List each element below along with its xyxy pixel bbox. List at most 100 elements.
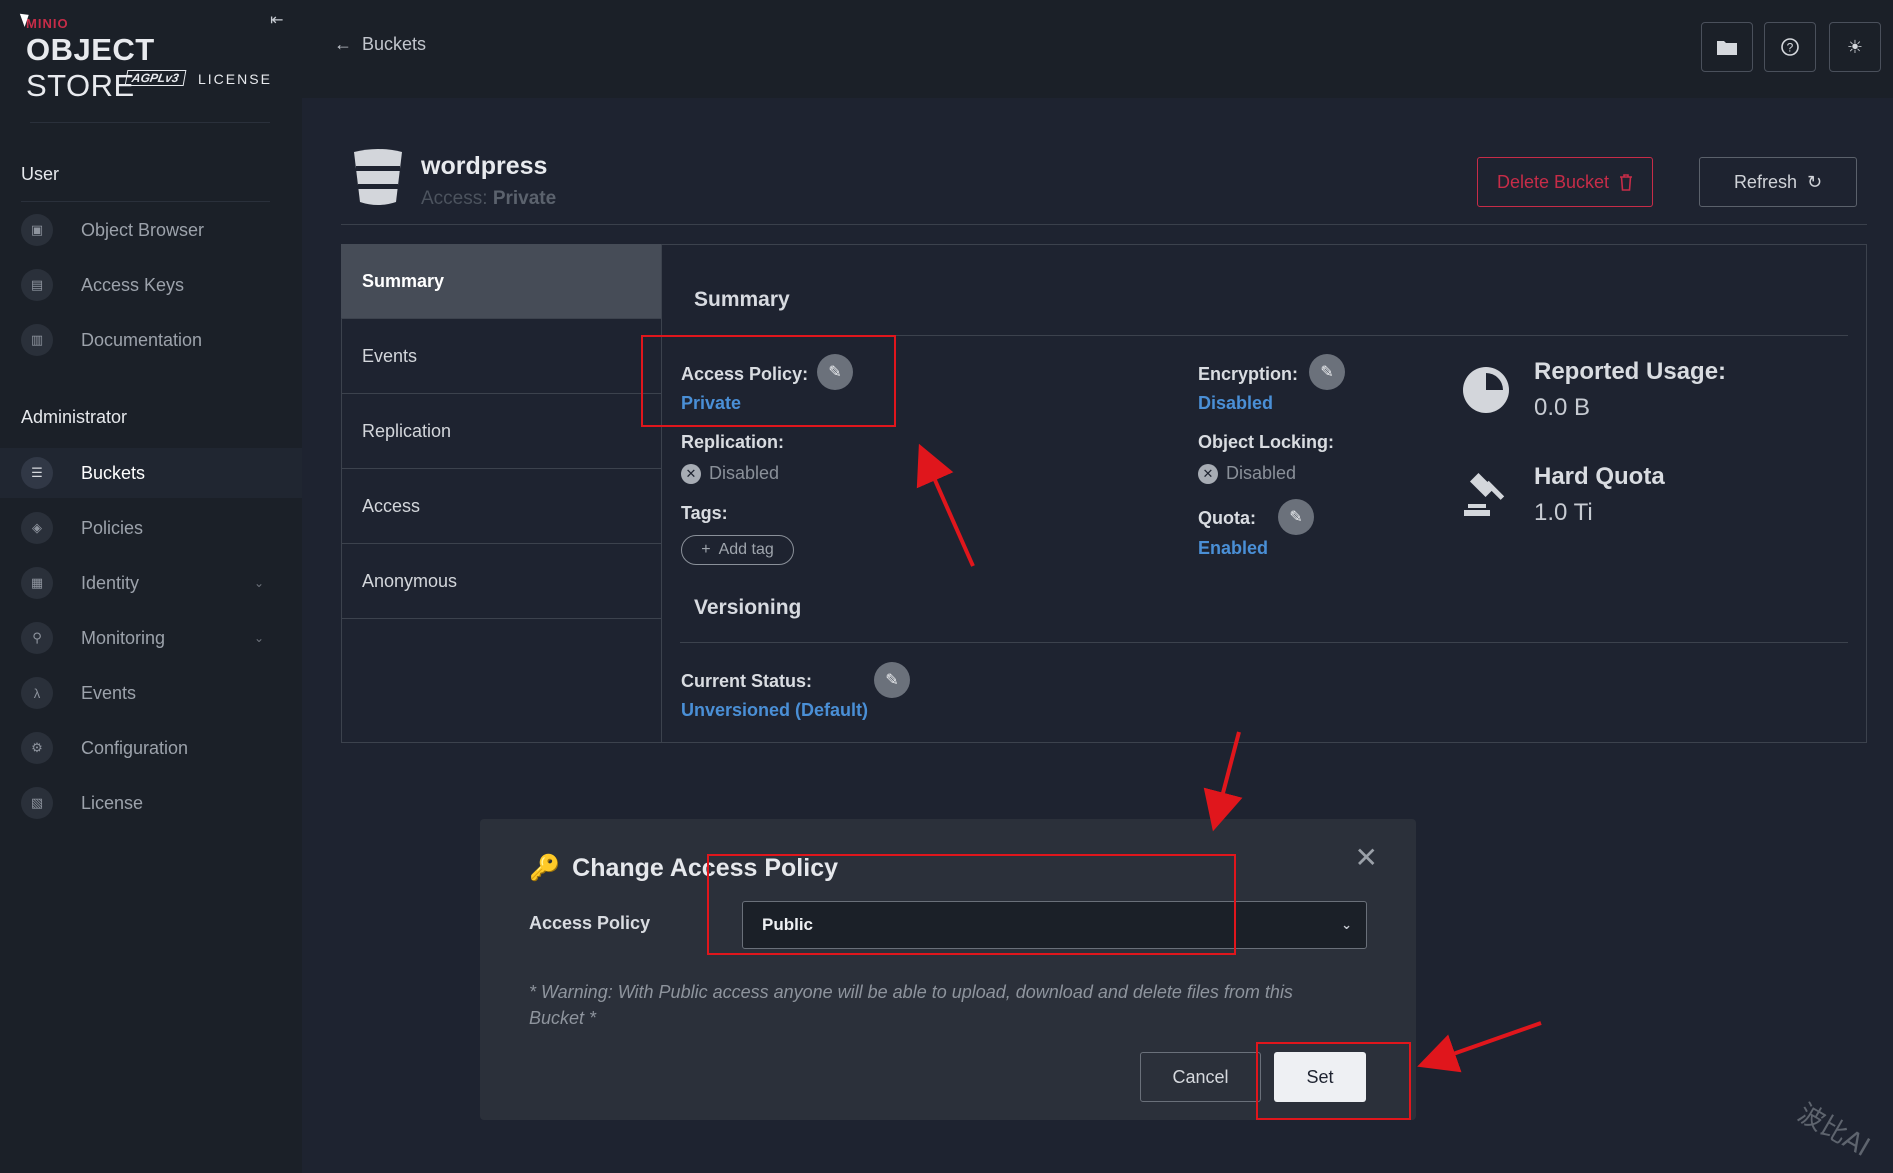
hard-quota-value: 1.0 Ti [1534,499,1593,526]
edit-quota-button[interactable]: ✎ [1278,499,1314,535]
sidebar-item-documentation[interactable]: ▥ Documentation [0,315,302,365]
sun-icon: ☀ [1846,36,1864,57]
edit-versioning-button[interactable]: ✎ [874,662,910,698]
encryption-label: Encryption: [1198,364,1299,384]
svg-text:?: ? [1787,41,1794,55]
documentation-icon: ▥ [21,324,53,356]
identity-icon: ▦ [21,567,53,599]
annotation-arrow [1417,1021,1542,1073]
minio-logo[interactable]: MINIO OBJECT STORE AGPLv3 LICENSE [26,14,270,103]
annotation-box-select [707,854,1236,955]
object-browser-icon: ▣ [21,214,53,246]
sidebar-item-label: Identity [81,572,140,593]
pie-chart-icon [1463,367,1509,413]
theme-toggle-button[interactable]: ☀ [1829,22,1881,72]
sidebar-item-events[interactable]: λ Events [0,668,302,718]
object-locking-value: ✕ Disabled [1198,463,1296,484]
sidebar-item-label: Access Keys [81,274,185,295]
back-to-buckets-link[interactable]: ← Buckets [334,34,426,55]
object-locking-label: Object Locking: [1198,432,1335,452]
disabled-icon: ✕ [681,463,701,484]
sidebar-item-policies[interactable]: ◈ Policies [0,503,302,553]
tab-events[interactable]: Events [341,319,661,394]
tab-access[interactable]: Access [341,469,661,544]
watermark: 波比AI [1792,1098,1875,1164]
gavel-icon [1464,472,1505,516]
sidebar-item-object-browser[interactable]: ▣ Object Browser [0,205,302,255]
sidebar-item-label: License [81,792,144,813]
section-title-administrator: Administrator [21,407,128,427]
license-icon: ▧ [21,787,53,819]
pencil-icon: ✎ [1289,509,1303,526]
plus-icon: + [701,541,711,558]
bucket-tabs: Summary Events Replication Access Anonym… [341,244,662,743]
help-icon: ? [1781,38,1799,56]
divider [341,224,1867,225]
sidebar-item-monitoring[interactable]: ⚲ Monitoring ⌄ [0,613,302,663]
lambda-icon: λ [21,677,53,709]
tab-summary[interactable]: Summary [341,244,661,319]
divider [30,122,270,123]
refresh-button[interactable]: Refresh ↻ [1699,157,1857,207]
gear-icon: ⚙ [21,732,53,764]
add-tag-button[interactable]: + Add tag [681,535,794,565]
bucket-icon [354,149,402,205]
sidebar-item-label: Object Browser [81,219,205,240]
versioning-title: Versioning [694,596,802,619]
quota-value: Enabled [1198,538,1269,558]
tab-replication[interactable]: Replication [341,394,661,469]
tab-anonymous[interactable]: Anonymous [341,544,661,619]
divider [680,642,1848,643]
encryption-value: Disabled [1198,393,1274,413]
sidebar-item-label: Configuration [81,737,189,758]
edit-encryption-button[interactable]: ✎ [1309,354,1345,390]
folder-button[interactable] [1701,22,1753,72]
current-status-label: Current Status: [681,671,813,691]
collapse-sidebar-icon[interactable]: ⇤ [270,10,290,30]
access-keys-icon: ▤ [21,269,53,301]
delete-bucket-button[interactable]: Delete Bucket [1477,157,1653,207]
logo-license: LICENSE [198,71,272,87]
refresh-icon: ↻ [1806,171,1823,192]
sidebar-item-label: Documentation [81,329,203,350]
close-icon[interactable]: ✕ [1355,841,1378,874]
arrow-left-icon: ← [334,34,352,54]
reported-usage-value: 0.0 B [1534,394,1591,421]
chevron-down-icon[interactable]: ⌄ [254,576,264,590]
logo-product: OBJECT STORE [26,32,155,103]
sidebar-item-configuration[interactable]: ⚙ Configuration [0,723,302,773]
access-policy-field-label: Access Policy [529,913,651,933]
search-icon: ⚲ [21,622,53,654]
shield-icon: ◈ [21,512,53,544]
replication-label: Replication: [681,432,785,452]
sidebar-item-label: Buckets [81,462,146,483]
bucket-name: wordpress [421,152,548,180]
pencil-icon: ✎ [885,672,899,689]
bucket-access-status: Access: Private [421,188,557,209]
pencil-icon: ✎ [1320,364,1334,381]
logo-brand: MINIO [26,16,69,31]
cancel-button[interactable]: Cancel [1140,1052,1261,1102]
divider [21,201,270,202]
disabled-icon: ✕ [1198,463,1218,484]
reported-usage-label: Reported Usage: [1534,358,1727,385]
sidebar-item-label: Policies [81,517,144,538]
sidebar-item-license[interactable]: ▧ License [0,778,302,828]
sidebar-item-label: Monitoring [81,627,166,648]
sidebar-item-label: Events [81,682,137,703]
sidebar: MINIO OBJECT STORE AGPLv3 LICENSE ⇤ User… [0,0,302,1173]
bucket-icon: ☰ [21,457,53,489]
annotation-box-access-policy [641,335,896,427]
sidebar-item-identity[interactable]: ▦ Identity ⌄ [0,558,302,608]
chevron-down-icon[interactable]: ⌄ [254,631,264,645]
sidebar-item-access-keys[interactable]: ▤ Access Keys [0,260,302,310]
trash-icon [1620,173,1633,191]
key-icon: 🔑 [529,854,561,882]
replication-value: ✕ Disabled [681,463,779,484]
quota-label: Quota: [1198,508,1256,528]
help-button[interactable]: ? [1764,22,1816,72]
sidebar-item-buckets[interactable]: ☰ Buckets [0,448,302,498]
section-title-user: User [21,164,60,184]
annotation-arrow [1203,731,1243,832]
logo-agpl-badge: AGPLv3 [124,70,187,86]
